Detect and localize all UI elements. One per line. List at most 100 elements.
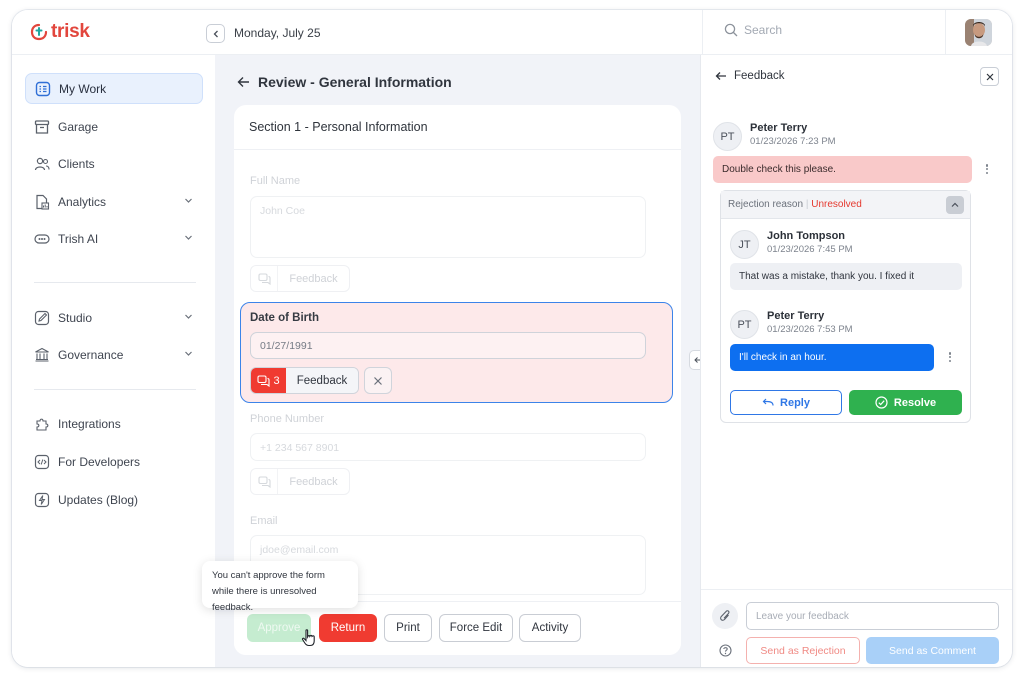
sidebar-item-trish-ai[interactable]: Trish AI <box>25 223 203 254</box>
search-placeholder: Search <box>744 23 783 37</box>
feedback-panel: Feedback PT Peter Terry 01/23/2026 7:23 … <box>700 55 1012 667</box>
sidebar-item-studio[interactable]: Studio <box>25 302 203 333</box>
feedback-panel-header: Feedback <box>715 70 785 82</box>
reply-button[interactable]: Reply <box>730 390 842 415</box>
sidebar-item-label: Updates (Blog) <box>58 492 139 507</box>
comment-author: Peter Terry <box>750 122 808 134</box>
trish-ai-icon <box>34 231 50 247</box>
user-avatar[interactable] <box>965 19 992 46</box>
sidebar-item-updates-blog[interactable]: Updates (Blog) <box>25 484 203 515</box>
avatar: JT <box>730 230 759 259</box>
approve-disabled-tooltip: You can't approve the form while there i… <box>202 561 358 613</box>
app-window: trisk Monday, July 25 Search My Work Gar… <box>12 10 1012 667</box>
reply-icon <box>762 398 774 406</box>
full-name-feedback-button[interactable]: Feedback <box>250 265 350 292</box>
collapse-sidebar-button[interactable] <box>206 24 225 43</box>
full-name-input[interactable]: John Coe <box>250 196 646 258</box>
rejection-label: Rejection reason <box>728 199 804 210</box>
close-icon <box>374 376 382 385</box>
date-of-birth-input[interactable]: 01/27/1991 <box>250 332 646 359</box>
collapse-thread-button[interactable] <box>946 196 964 214</box>
field-group-date-of-birth[interactable]: Date of Birth 01/27/1991 3 Feedback <box>240 302 673 403</box>
close-icon <box>986 73 993 80</box>
resolve-button[interactable]: Resolve <box>849 390 962 415</box>
divider <box>34 282 196 283</box>
sidebar-item-label: For Developers <box>58 454 141 469</box>
chevron-down-icon <box>185 351 192 356</box>
logo-mark-icon <box>30 23 48 41</box>
divider <box>34 389 196 390</box>
feedback-label: Feedback <box>286 368 358 393</box>
phone-number-input[interactable]: +1 234 567 8901 <box>250 433 646 461</box>
feedback-count: 3 <box>273 374 280 387</box>
sidebar-item-label: Governance <box>58 347 124 362</box>
date-of-birth-feedback-button[interactable]: 3 Feedback <box>250 367 359 394</box>
rejection-header: Rejection reason | Unresolved <box>721 191 970 219</box>
sidebar-item-clients[interactable]: Clients <box>25 148 203 179</box>
comment-author: Peter Terry <box>767 310 825 322</box>
comment-icon <box>257 374 270 387</box>
more-options-icon[interactable] <box>944 350 956 364</box>
reply-label: Reply <box>780 396 810 409</box>
chevron-down-icon <box>185 235 192 240</box>
paperclip-icon <box>720 610 730 621</box>
more-options-icon[interactable] <box>981 162 993 176</box>
logo-text: trisk <box>51 21 90 42</box>
avatar: PT <box>713 122 742 151</box>
send-as-rejection-button[interactable]: Send as Rejection <box>746 637 860 664</box>
comment-bubble: I'll check in an hour. <box>730 344 934 371</box>
return-button[interactable]: Return <box>319 614 377 642</box>
help-icon[interactable] <box>719 644 732 657</box>
sidebar-item-label: Clients <box>58 156 95 171</box>
comment-time: 01/23/2026 7:53 PM <box>767 324 853 335</box>
force-edit-button[interactable]: Force Edit <box>439 614 513 642</box>
chevron-down-icon <box>185 198 192 203</box>
check-circle-icon <box>875 396 888 409</box>
comment-author: John Tompson <box>767 230 846 242</box>
sidebar-item-garage[interactable]: Garage <box>25 111 203 142</box>
comment-time: 01/23/2026 7:45 PM <box>767 244 853 255</box>
page-title: Review - General Information <box>258 74 452 90</box>
arrow-left-icon[interactable] <box>715 71 727 81</box>
top-bar: trisk Monday, July 25 Search <box>12 10 1012 55</box>
feedback-count-badge: 3 <box>251 368 286 393</box>
close-panel-button[interactable] <box>980 67 999 86</box>
feedback-input[interactable]: Leave your feedback <box>746 602 999 630</box>
close-feedback-button[interactable] <box>364 367 392 394</box>
phone-feedback-button[interactable]: Feedback <box>250 468 350 495</box>
section-title: Section 1 - Personal Information <box>234 105 681 150</box>
logo[interactable]: trisk <box>30 21 90 43</box>
sidebar-item-label: Studio <box>58 310 93 325</box>
comment-meta: John Tompson 01/23/2026 7:45 PM <box>767 230 853 255</box>
full-name-label: Full Name <box>250 175 301 187</box>
sidebar-item-integrations[interactable]: Integrations <box>25 408 203 439</box>
send-as-comment-button[interactable]: Send as Comment <box>866 637 999 664</box>
activity-button[interactable]: Activity <box>519 614 581 642</box>
current-date: Monday, July 25 <box>234 26 321 40</box>
comment-bubble: Double check this please. <box>713 156 972 183</box>
sidebar-item-label: Garage <box>58 119 99 134</box>
avatar: PT <box>730 310 759 339</box>
sidebar-item-my-work[interactable]: My Work <box>25 73 203 104</box>
my-work-icon <box>35 81 51 97</box>
resolve-label: Resolve <box>893 396 937 409</box>
date-of-birth-label: Date of Birth <box>250 312 319 324</box>
print-button[interactable]: Print <box>384 614 432 642</box>
search-box[interactable]: Search <box>724 23 782 37</box>
feedback-composer: Leave your feedback Send as Rejection Se… <box>701 589 1012 667</box>
chevron-down-icon <box>185 314 192 319</box>
developers-icon <box>34 454 50 470</box>
comment-bubble: That was a mistake, thank you. I fixed i… <box>730 263 962 290</box>
arrow-left-icon[interactable] <box>237 76 250 88</box>
sidebar-item-governance[interactable]: Governance <box>25 339 203 370</box>
feedback-label: Feedback <box>289 272 338 285</box>
sidebar-item-analytics[interactable]: Analytics <box>25 186 203 217</box>
studio-icon <box>34 310 50 326</box>
divider <box>945 10 946 55</box>
comment-meta: Peter Terry 01/23/2026 7:23 PM <box>750 122 836 147</box>
clients-icon <box>34 156 50 172</box>
attach-button[interactable] <box>712 603 738 629</box>
chevron-left-icon <box>213 30 218 37</box>
sidebar-item-for-developers[interactable]: For Developers <box>25 446 203 477</box>
garage-icon <box>34 119 50 135</box>
